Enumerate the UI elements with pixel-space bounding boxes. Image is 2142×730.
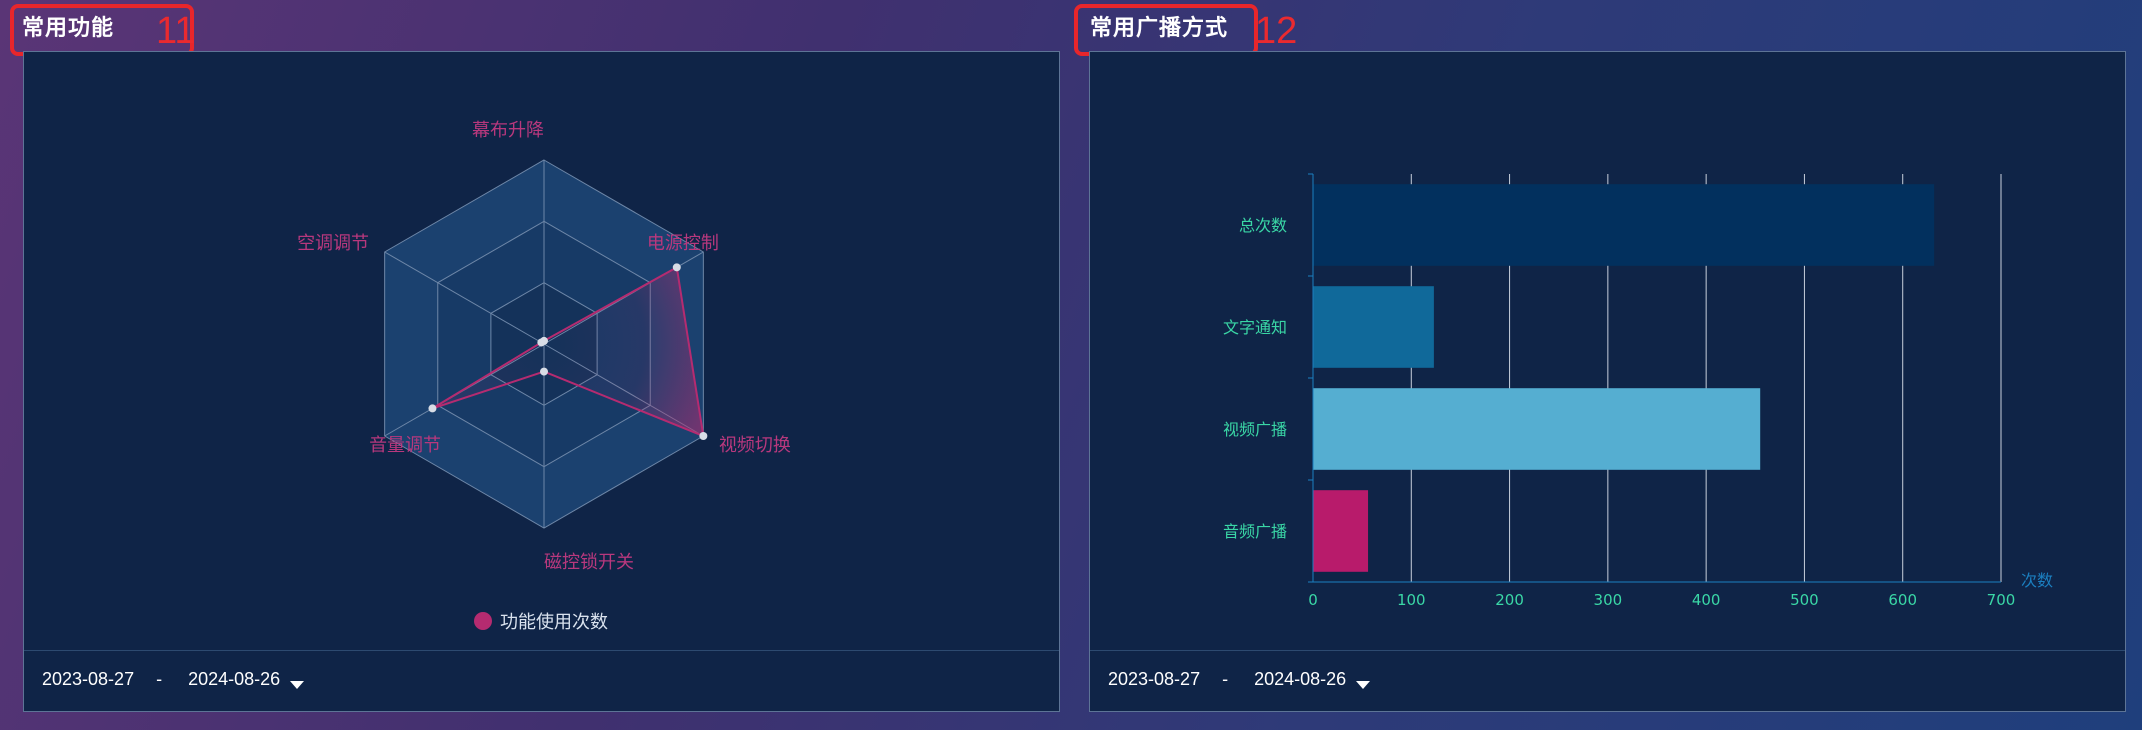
common-functions-panel: 幕布升降电源控制视频切换磁控锁开关 音量调节 空调调节 功能使用次数 2023-08… [23, 51, 1060, 712]
bar[interactable] [1313, 490, 1369, 572]
category-label: 总次数 [1239, 216, 1287, 235]
x-tick-label: 300 [1594, 591, 1623, 609]
legend-dot-icon [474, 612, 492, 630]
radar-indicator-label: 视频切换 [719, 435, 791, 456]
radar-indicator-label: 音量调节 [369, 435, 441, 456]
chevron-down-icon[interactable] [290, 680, 305, 689]
date-end: 2024-08-26 [188, 669, 281, 689]
date-range-picker[interactable]: 2023-08-27 - 2024-08-26 [42, 669, 305, 690]
radar-chart: 幕布升降电源控制视频切换磁控锁开关 音量调节 空调调节 [297, 120, 791, 573]
annotation-marker-number: 11 [156, 10, 196, 52]
legend-label: 功能使用次数 [500, 612, 608, 633]
bar[interactable] [1313, 184, 1935, 266]
radar-data-point[interactable] [672, 263, 681, 272]
radar-data-point[interactable] [428, 404, 437, 413]
radar-indicator-label: 幕布升降 [472, 120, 544, 141]
category-label: 视频广播 [1223, 420, 1287, 439]
date-end: 2024-08-26 [1254, 669, 1347, 689]
radar-legend[interactable]: 功能使用次数 [474, 608, 608, 634]
annotation-marker-number: 12 [1255, 10, 1298, 52]
category-label: 文字通知 [1223, 318, 1287, 337]
x-tick-label: 0 [1308, 591, 1318, 609]
x-axis-unit-label: 次数 [2021, 571, 2053, 590]
date-separator: - [156, 669, 163, 689]
radar-indicator-label: 空调调节 [297, 233, 369, 254]
radar-data-point[interactable] [540, 367, 548, 376]
annotation-marker-12 [1074, 4, 1258, 56]
panel-footer: 2023-08-27 - 2024-08-26 [24, 650, 1059, 711]
radar-data-point[interactable] [537, 338, 546, 347]
bar[interactable] [1313, 286, 1434, 368]
x-tick-label: 600 [1888, 591, 1917, 609]
broadcast-methods-panel: 0 100 200 300 400 500 600 700 总次数 文字通知 视频广播 音频广播 次数 … [1089, 51, 2126, 712]
x-tick-label: 200 [1495, 591, 1524, 609]
date-start: 2023-08-27 [42, 669, 135, 689]
panel-footer: 2023-08-27 - 2024-08-26 [1090, 650, 2125, 711]
radar-data-point[interactable] [699, 432, 708, 440]
date-separator: - [1222, 669, 1229, 689]
date-start: 2023-08-27 [1108, 669, 1201, 689]
category-label: 音频广播 [1223, 522, 1287, 541]
x-tick-label: 500 [1790, 591, 1819, 609]
radar-indicator-label: 磁控锁开关 [544, 552, 634, 573]
x-tick-label: 700 [1987, 591, 2016, 609]
date-range-picker[interactable]: 2023-08-27 - 2024-08-26 [1108, 669, 1371, 690]
bar[interactable] [1313, 388, 1761, 470]
x-tick-label: 400 [1692, 591, 1721, 609]
x-tick-label: 100 [1397, 591, 1426, 609]
chevron-down-icon[interactable] [1356, 680, 1371, 689]
bar-chart: 0 100 200 300 400 500 600 700 总次数文字通知视频广播音频广播次数 [1223, 173, 2053, 609]
radar-indicator-label: 电源控制 [647, 233, 719, 254]
